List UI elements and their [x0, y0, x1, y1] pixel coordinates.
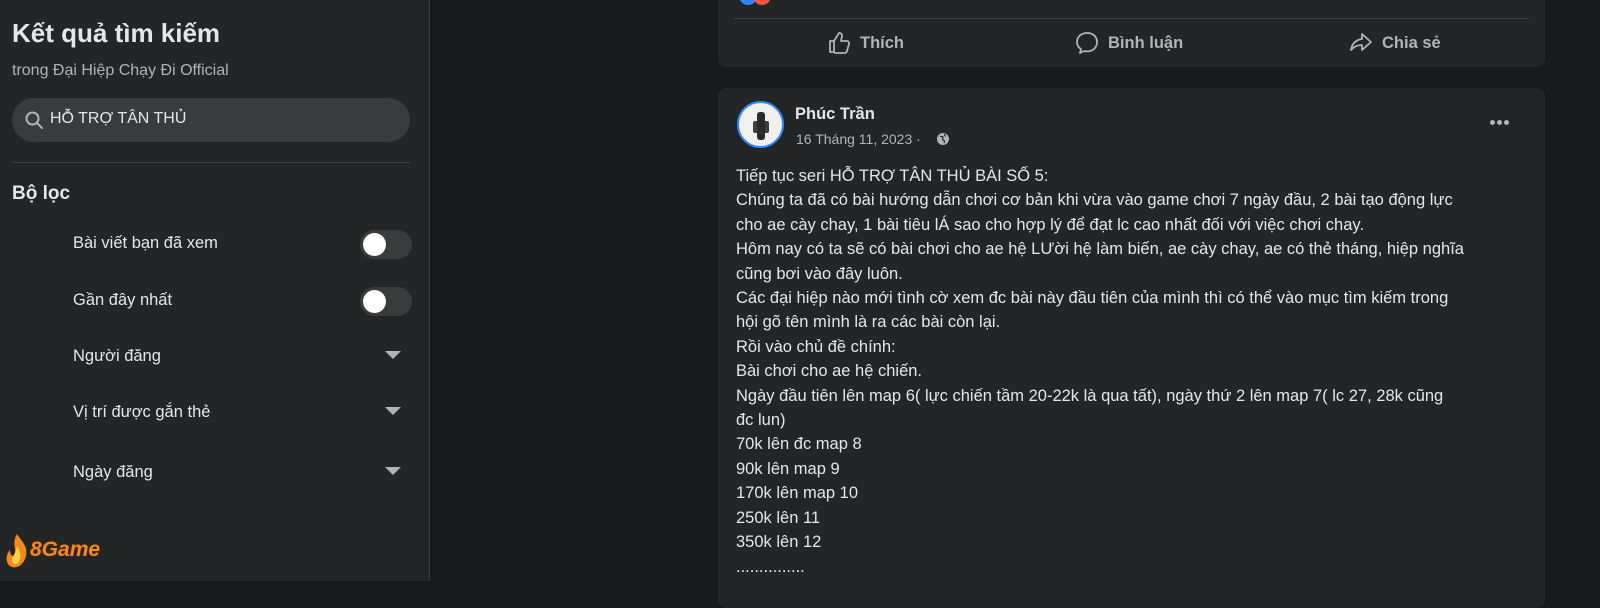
post-line: ...............: [736, 557, 805, 576]
comment-icon: [1076, 32, 1098, 54]
filter-label: Vị trí được gắn thẻ: [73, 403, 211, 421]
filter-most-recent[interactable]: Gần đây nhất: [72, 286, 412, 316]
post-line: Các đại hiệp nào mới tình cờ xem đc bài …: [736, 289, 1449, 308]
post-date[interactable]: 16 Tháng 11, 2023 ·: [796, 131, 921, 147]
filter-tagged-location[interactable]: Vị trí được gắn thẻ: [72, 398, 412, 428]
comment-label: Bình luận: [1108, 34, 1184, 52]
watermark-logo: 8Game: [0, 532, 120, 572]
toggle-knob: [363, 233, 386, 256]
post-line: 250k lên 11: [736, 508, 821, 527]
reaction-icons[interactable]: [740, 0, 780, 6]
sidebar-title: Kết quả tìm kiếm: [12, 18, 221, 48]
post-line: Bài chơi cho ae hệ chiến.: [736, 362, 923, 381]
search-input[interactable]: HỖ TRỢ TÂN THỦ: [12, 98, 410, 142]
post-divider: [734, 18, 1529, 19]
filter-seen-posts[interactable]: Bài viết bạn đã xem: [72, 229, 412, 259]
post-line: cũng bơi vào đây luôn.: [736, 264, 903, 283]
caret-down-icon[interactable]: [385, 407, 401, 415]
sidebar-divider: [12, 162, 410, 163]
filter-posted-by[interactable]: Người đăng: [72, 342, 412, 372]
search-sidebar: Kết quả tìm kiếm trong Đại Hiệp Chạy Đi …: [0, 0, 430, 581]
post-line: Chúng ta đã có bài hướng dẫn chơi cơ bản…: [736, 191, 1453, 210]
search-icon: [25, 111, 43, 129]
globe-icon: [937, 133, 949, 145]
post-author[interactable]: Phúc Trần: [795, 105, 875, 124]
more-options-icon[interactable]: [1490, 112, 1514, 136]
like-label: Thích: [860, 34, 904, 52]
share-label: Chia sẻ: [1382, 34, 1441, 52]
post-card: Phúc Trần 16 Tháng 11, 2023 · Tiếp tục s…: [718, 88, 1545, 608]
flame-icon: [6, 534, 27, 568]
post-line: Hôm nay có ta sẽ có bài chơi cho ae hệ L…: [736, 240, 1464, 259]
author-avatar[interactable]: [737, 101, 784, 148]
like-icon: [829, 32, 851, 54]
filter-heading: Bộ lọc: [12, 183, 71, 204]
seen-posts-toggle[interactable]: [360, 230, 412, 259]
avatar-figure: [757, 112, 765, 140]
caret-down-icon[interactable]: [385, 351, 401, 359]
filter-label: Bài viết bạn đã xem: [73, 234, 218, 252]
post-line: cho ae cày chay, 1 bài tiêu lÁ sao cho h…: [736, 215, 1365, 234]
post-line: Rồi vào chủ đề chính:: [736, 337, 896, 356]
post-line: 90k lên map 9: [736, 459, 840, 478]
caret-down-icon[interactable]: [385, 467, 401, 475]
post-line: 70k lên đc map 8: [736, 435, 862, 454]
watermark-text: 8Game: [30, 538, 101, 561]
post-card: Thích Bình luận Chia sẻ: [718, 0, 1545, 67]
post-line: hội gõ tên mình là ra các bài còn lại.: [736, 313, 1001, 332]
sidebar-subtitle[interactable]: trong Đại Hiệp Chạy Đi Official: [12, 62, 229, 80]
post-line: đc lun): [736, 411, 786, 430]
filter-label: Ngày đăng: [73, 463, 153, 481]
most-recent-toggle[interactable]: [360, 287, 412, 316]
post-line: Ngày đầu tiên lên map 6( lực chiến tầm 2…: [736, 386, 1444, 405]
search-value[interactable]: HỖ TRỢ TÂN THỦ: [50, 110, 186, 128]
post-line: 350k lên 12: [736, 533, 822, 552]
filter-date-posted[interactable]: Ngày đăng: [72, 458, 412, 488]
toggle-knob: [363, 290, 386, 313]
post-body: Tiếp tục seri HỖ TRỢ TÂN THỦ BÀI SỐ 5: C…: [736, 164, 1531, 579]
post-line: 170k lên map 10: [736, 484, 859, 503]
share-icon: [1350, 33, 1372, 51]
post-line: Tiếp tục seri HỖ TRỢ TÂN THỦ BÀI SỐ 5:: [736, 167, 1049, 185]
filter-label: Gần đây nhất: [73, 291, 173, 309]
filter-label: Người đăng: [73, 347, 161, 365]
